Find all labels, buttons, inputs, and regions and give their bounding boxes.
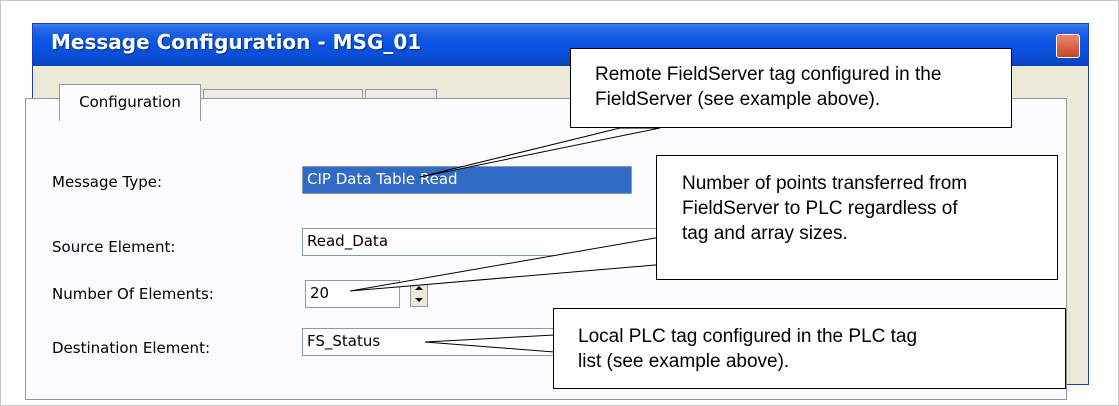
callout-points-line-1: Number of points transferred from [682, 173, 968, 194]
callout-local-tag: Local PLC tag configured in the PLC tag … [553, 308, 1066, 389]
callout-remote-tag: Remote FieldServer tag configured in the… [570, 48, 1012, 128]
source-element-input[interactable]: Read_Data [302, 228, 662, 256]
message-type-label: Message Type: [52, 173, 163, 191]
tab-configuration[interactable]: Configuration [59, 84, 201, 121]
window-title: Message Configuration - MSG_01 [51, 30, 422, 54]
callout-points: Number of points transferred from FieldS… [656, 155, 1058, 280]
callout-remote-tag-line-2: FieldServer (see example above). [595, 89, 881, 110]
destination-element-input[interactable]: FS_Status [302, 328, 562, 356]
close-button[interactable] [1056, 34, 1080, 58]
destination-element-label: Destination Element: [52, 339, 210, 357]
number-of-elements-label: Number Of Elements: [52, 285, 214, 303]
callout-local-tag-line-1: Local PLC tag configured in the PLC tag [578, 326, 918, 347]
stepper-down-icon[interactable] [415, 298, 423, 302]
stepper-up-icon[interactable] [415, 286, 423, 290]
number-of-elements-input[interactable]: 20 [305, 280, 400, 308]
message-type-select[interactable]: CIP Data Table Read [302, 166, 632, 194]
number-of-elements-stepper[interactable] [410, 281, 428, 307]
callout-remote-tag-line-1: Remote FieldServer tag configured in the [595, 64, 942, 85]
source-element-label: Source Element: [52, 238, 176, 256]
callout-points-line-3: tag and array sizes. [682, 223, 848, 244]
callout-local-tag-line-2: list (see example above). [578, 351, 790, 372]
callout-points-line-2: FieldServer to PLC regardless of [682, 198, 958, 219]
